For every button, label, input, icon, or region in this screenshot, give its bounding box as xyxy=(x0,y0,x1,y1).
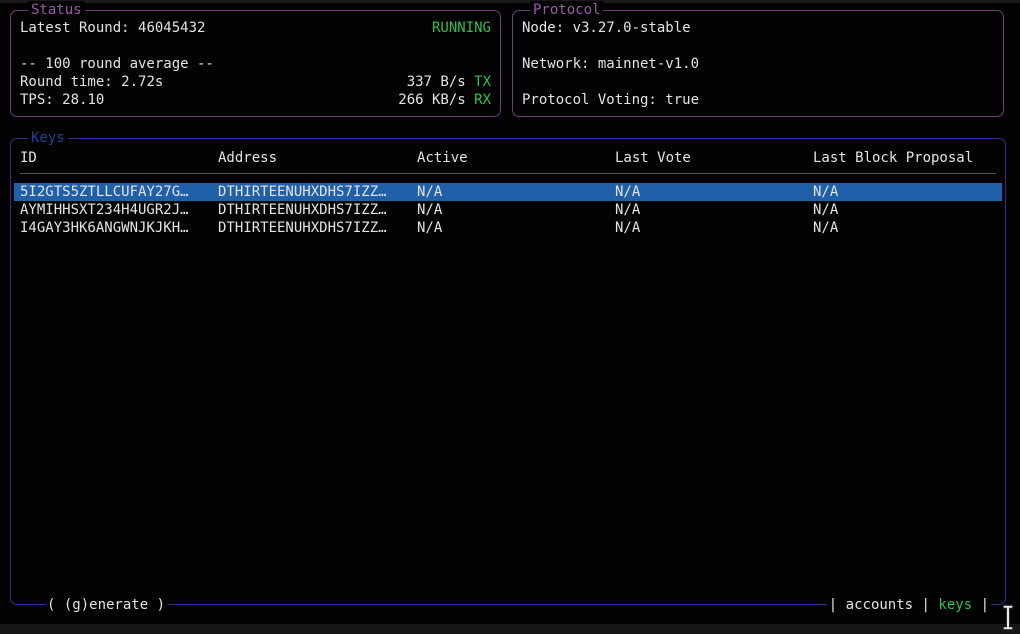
status-panel: Status Latest Round: 46045432 RUNNING --… xyxy=(10,10,501,117)
cell-last-vote: N/A xyxy=(615,183,813,201)
blank-line xyxy=(20,37,491,55)
text-cursor-icon xyxy=(1000,604,1017,632)
cell-last-vote: N/A xyxy=(615,219,813,237)
cell-id: I4GAY3HK6ANGWNJKJKH… xyxy=(20,219,218,237)
table-row[interactable]: 5I2GTS5ZTLLCUFAY27G… DTHIRTEENUHXDHS7IZZ… xyxy=(14,183,1002,201)
footer-tabs: | accounts | keys | xyxy=(827,596,991,614)
tps: TPS: 28.10 xyxy=(20,91,104,109)
protocol-voting: Protocol Voting: true xyxy=(522,91,699,109)
rx-rate: 266 KB/s RX xyxy=(398,91,491,109)
run-state-badge: RUNNING xyxy=(432,19,491,37)
table-header: ID Address Active Last Vote Last Block P… xyxy=(20,149,996,167)
protocol-panel: Protocol Node: v3.27.0-stable Network: m… xyxy=(512,10,1004,117)
tab-keys[interactable]: keys xyxy=(938,597,972,613)
node-version-line: Node: v3.27.0-stable xyxy=(522,19,994,37)
cell-address: DTHIRTEENUHXDHS7IZZ… xyxy=(218,219,417,237)
cell-id: 5I2GTS5ZTLLCUFAY27G… xyxy=(20,183,218,201)
average-header: -- 100 round average -- xyxy=(20,55,214,73)
cell-address: DTHIRTEENUHXDHS7IZZ… xyxy=(218,183,417,201)
cell-last-vote: N/A xyxy=(615,201,813,219)
column-header-active: Active xyxy=(417,149,615,167)
tx-rate: 337 B/s TX xyxy=(407,73,491,91)
tab-accounts[interactable]: accounts xyxy=(846,597,913,613)
tps-value: 28.10 xyxy=(62,92,104,108)
latest-round: Latest Round: 46045432 xyxy=(20,19,205,37)
tab-separator: | xyxy=(829,597,837,613)
cell-active: N/A xyxy=(417,183,615,201)
generate-button[interactable]: ( (g)enerate ) xyxy=(45,596,167,614)
protocol-panel-title: Protocol xyxy=(530,1,603,19)
rx-label: RX xyxy=(474,92,491,108)
network-line: Network: mainnet-v1.0 xyxy=(522,55,994,73)
blank-line xyxy=(522,37,994,55)
tab-separator: | xyxy=(922,597,930,613)
tx-label: TX xyxy=(474,74,491,90)
average-header-line: -- 100 round average -- xyxy=(20,55,491,73)
cell-last-block-proposal: N/A xyxy=(813,201,996,219)
round-time-value: 2.72s xyxy=(121,74,163,90)
round-time: Round time: 2.72s xyxy=(20,73,163,91)
latest-round-line: Latest Round: 46045432 RUNNING xyxy=(20,19,491,37)
column-header-id: ID xyxy=(20,149,218,167)
table-body: 5I2GTS5ZTLLCUFAY27G… DTHIRTEENUHXDHS7IZZ… xyxy=(20,183,996,237)
status-panel-title: Status xyxy=(28,1,85,19)
keys-panel-title: Keys xyxy=(28,129,68,147)
column-header-last-vote: Last Vote xyxy=(615,149,813,167)
blank-line xyxy=(522,73,994,91)
keys-panel: Keys ID Address Active Last Vote Last Bl… xyxy=(10,138,1006,605)
window-edge-top xyxy=(0,0,1020,3)
header-divider xyxy=(20,173,996,174)
tps-line: TPS: 28.10 266 KB/s RX xyxy=(20,91,491,109)
column-header-address: Address xyxy=(218,149,417,167)
cell-active: N/A xyxy=(417,201,615,219)
column-header-last-block-proposal: Last Block Proposal xyxy=(813,149,996,167)
tab-separator: | xyxy=(981,597,989,613)
cell-last-block-proposal: N/A xyxy=(813,183,996,201)
network: Network: mainnet-v1.0 xyxy=(522,55,699,73)
latest-round-value: 46045432 xyxy=(138,20,205,36)
window-edge-bottom xyxy=(0,624,1020,634)
table-row[interactable]: I4GAY3HK6ANGWNJKJKH… DTHIRTEENUHXDHS7IZZ… xyxy=(14,219,1002,237)
node-version: Node: v3.27.0-stable xyxy=(522,19,691,37)
cell-last-block-proposal: N/A xyxy=(813,219,996,237)
protocol-voting-line: Protocol Voting: true xyxy=(522,91,994,109)
cell-address: DTHIRTEENUHXDHS7IZZ… xyxy=(218,201,417,219)
cell-active: N/A xyxy=(417,219,615,237)
cell-id: AYMIHHSXT234H4UGR2J… xyxy=(20,201,218,219)
table-row[interactable]: AYMIHHSXT234H4UGR2J… DTHIRTEENUHXDHS7IZZ… xyxy=(14,201,1002,219)
round-time-line: Round time: 2.72s 337 B/s TX xyxy=(20,73,491,91)
